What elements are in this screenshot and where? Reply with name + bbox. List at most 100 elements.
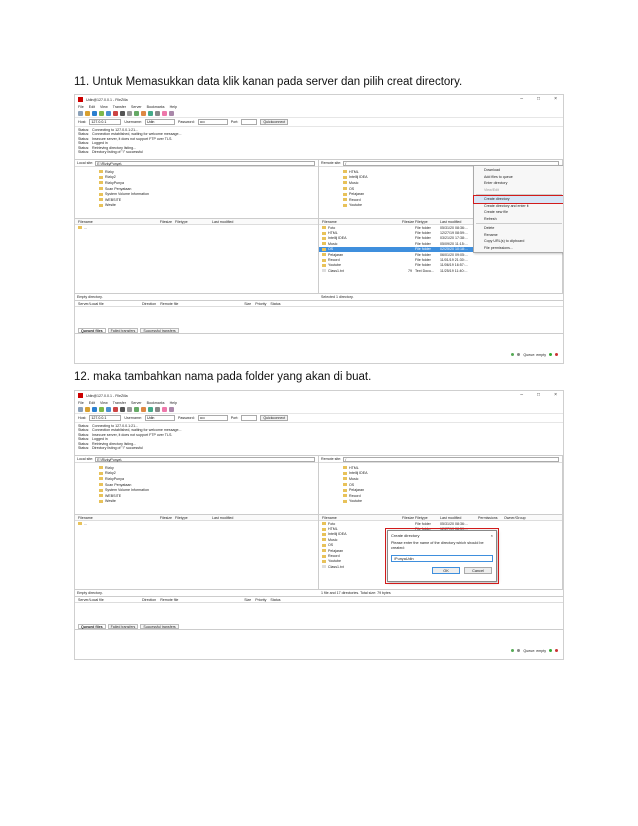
port-input[interactable] [241, 415, 258, 421]
window-control-maximize-button[interactable]: □ [537, 392, 540, 398]
tab-failed[interactable]: Failed transfers [107, 623, 139, 629]
window-control-minimize-button[interactable]: – [520, 96, 523, 102]
step-12-caption: 12. maka tambahkan nama pada folder yang… [74, 371, 372, 383]
tab-successful[interactable]: Successful transfers [140, 623, 179, 629]
toolbar-icon[interactable] [92, 407, 97, 412]
tree-item[interactable]: Youtube [343, 499, 562, 505]
pane-status-bar: Empty directory. Selected 1 directory. [75, 293, 563, 301]
tab-queued[interactable]: Queued files [78, 327, 106, 333]
list-item[interactable]: ... [75, 521, 318, 526]
toolbar-icon[interactable] [99, 407, 104, 412]
folder-icon [322, 226, 326, 230]
toolbar-icon[interactable] [127, 111, 132, 116]
toolbar-icon[interactable] [162, 407, 167, 412]
tab-failed[interactable]: Failed transfers [107, 327, 139, 333]
quickconnect-button[interactable]: Quickconnect [260, 119, 289, 125]
toolbar-icon[interactable] [141, 407, 146, 412]
folder-icon [322, 549, 326, 553]
password-input[interactable] [197, 119, 228, 125]
window-control-maximize-button[interactable]: □ [537, 96, 540, 102]
tab-successful[interactable]: Successful transfers [140, 327, 179, 333]
toolbar-icon[interactable] [85, 407, 90, 412]
toolbar-icon[interactable] [155, 111, 160, 116]
toolbar-icon[interactable] [106, 407, 111, 412]
ok-button[interactable]: OK [432, 567, 460, 574]
folder-icon [322, 532, 326, 536]
toolbar-icon[interactable] [141, 111, 146, 116]
toolbar-icon[interactable] [148, 111, 153, 116]
directory-name-input[interactable]: /PunyaUdin [391, 555, 493, 562]
toolbar-icon[interactable] [92, 111, 97, 116]
menu-edit[interactable]: Edit [89, 105, 95, 109]
status-icon [511, 649, 515, 652]
password-input[interactable] [197, 415, 228, 421]
status-icon [517, 649, 521, 652]
toolbar-icon[interactable] [120, 111, 125, 116]
username-label: Username: [124, 416, 142, 420]
context-menu-item[interactable]: Refresh [474, 216, 563, 223]
close-icon[interactable]: × [491, 533, 493, 538]
connection-indicator-icon [549, 649, 552, 652]
quickconnect-button[interactable]: Quickconnect [260, 415, 289, 421]
username-input[interactable] [144, 119, 175, 125]
username-input[interactable] [144, 415, 175, 421]
folder-icon [343, 175, 347, 179]
toolbar-icon[interactable] [78, 407, 83, 412]
toolbar-icon[interactable] [155, 407, 160, 412]
folder-icon [322, 559, 326, 563]
folder-icon [343, 466, 347, 470]
host-input[interactable] [89, 119, 122, 125]
port-input[interactable] [241, 119, 258, 125]
toolbar-icon[interactable] [127, 407, 132, 412]
toolbar-icon[interactable] [169, 407, 174, 412]
toolbar-icon[interactable] [162, 111, 167, 116]
context-menu-item[interactable]: File permissions... [474, 245, 563, 252]
menu-help[interactable]: Help [170, 105, 177, 109]
toolbar-icon[interactable] [113, 407, 118, 412]
local-path-input[interactable]: E:\RizkyPunya\ [95, 456, 315, 462]
menu-file[interactable]: File [78, 401, 84, 405]
window-control-close-button[interactable]: × [554, 96, 557, 102]
tab-queued[interactable]: Queued files [78, 623, 106, 629]
menu-server[interactable]: Server [131, 105, 142, 109]
folder-icon [343, 494, 347, 498]
local-file-list: ... [75, 225, 318, 293]
local-path-input[interactable]: E:\RizkyPunya\ [95, 160, 315, 166]
remote-path-input[interactable]: / [343, 456, 559, 462]
menu-view[interactable]: View [100, 105, 108, 109]
tree-item[interactable]: Wesite [99, 203, 318, 209]
window-control-minimize-button[interactable]: – [520, 392, 523, 398]
context-menu-item[interactable]: View/Edit [474, 187, 563, 194]
toolbar-icon[interactable] [120, 407, 125, 412]
menu-bookmarks[interactable]: Bookmarks [147, 105, 165, 109]
toolbar-icon[interactable] [134, 111, 139, 116]
window-control-close-button[interactable]: × [554, 392, 557, 398]
table-row[interactable]: Class1.txt79Text Docu...11/25/19 11:40:.… [319, 268, 562, 273]
menu-transfer[interactable]: Transfer [113, 401, 126, 405]
queue-tabs: Queued files Failed transfers Successful t… [75, 623, 563, 630]
cancel-button[interactable]: Cancel [464, 567, 492, 574]
menu-bookmarks[interactable]: Bookmarks [147, 401, 165, 405]
tree-item[interactable]: Wesite [99, 499, 318, 505]
toolbar-icon[interactable] [99, 111, 104, 116]
host-input[interactable] [89, 415, 122, 421]
toolbar-icon[interactable] [134, 407, 139, 412]
toolbar-icon[interactable] [169, 111, 174, 116]
list-item[interactable]: ... [75, 225, 318, 230]
menu-transfer[interactable]: Transfer [113, 105, 126, 109]
menu-server[interactable]: Server [131, 401, 142, 405]
toolbar-icon[interactable] [106, 111, 111, 116]
folder-icon [322, 247, 326, 251]
toolbar-icon[interactable] [113, 111, 118, 116]
menu-edit[interactable]: Edit [89, 401, 95, 405]
toolbar-icon[interactable] [148, 407, 153, 412]
menu-help[interactable]: Help [170, 401, 177, 405]
folder-icon [99, 466, 103, 470]
menu-view[interactable]: View [100, 401, 108, 405]
menu-separator [476, 194, 562, 195]
menu-file[interactable]: File [78, 105, 84, 109]
folder-icon [99, 203, 103, 207]
toolbar [75, 110, 563, 118]
toolbar-icon[interactable] [85, 111, 90, 116]
toolbar-icon[interactable] [78, 111, 83, 116]
